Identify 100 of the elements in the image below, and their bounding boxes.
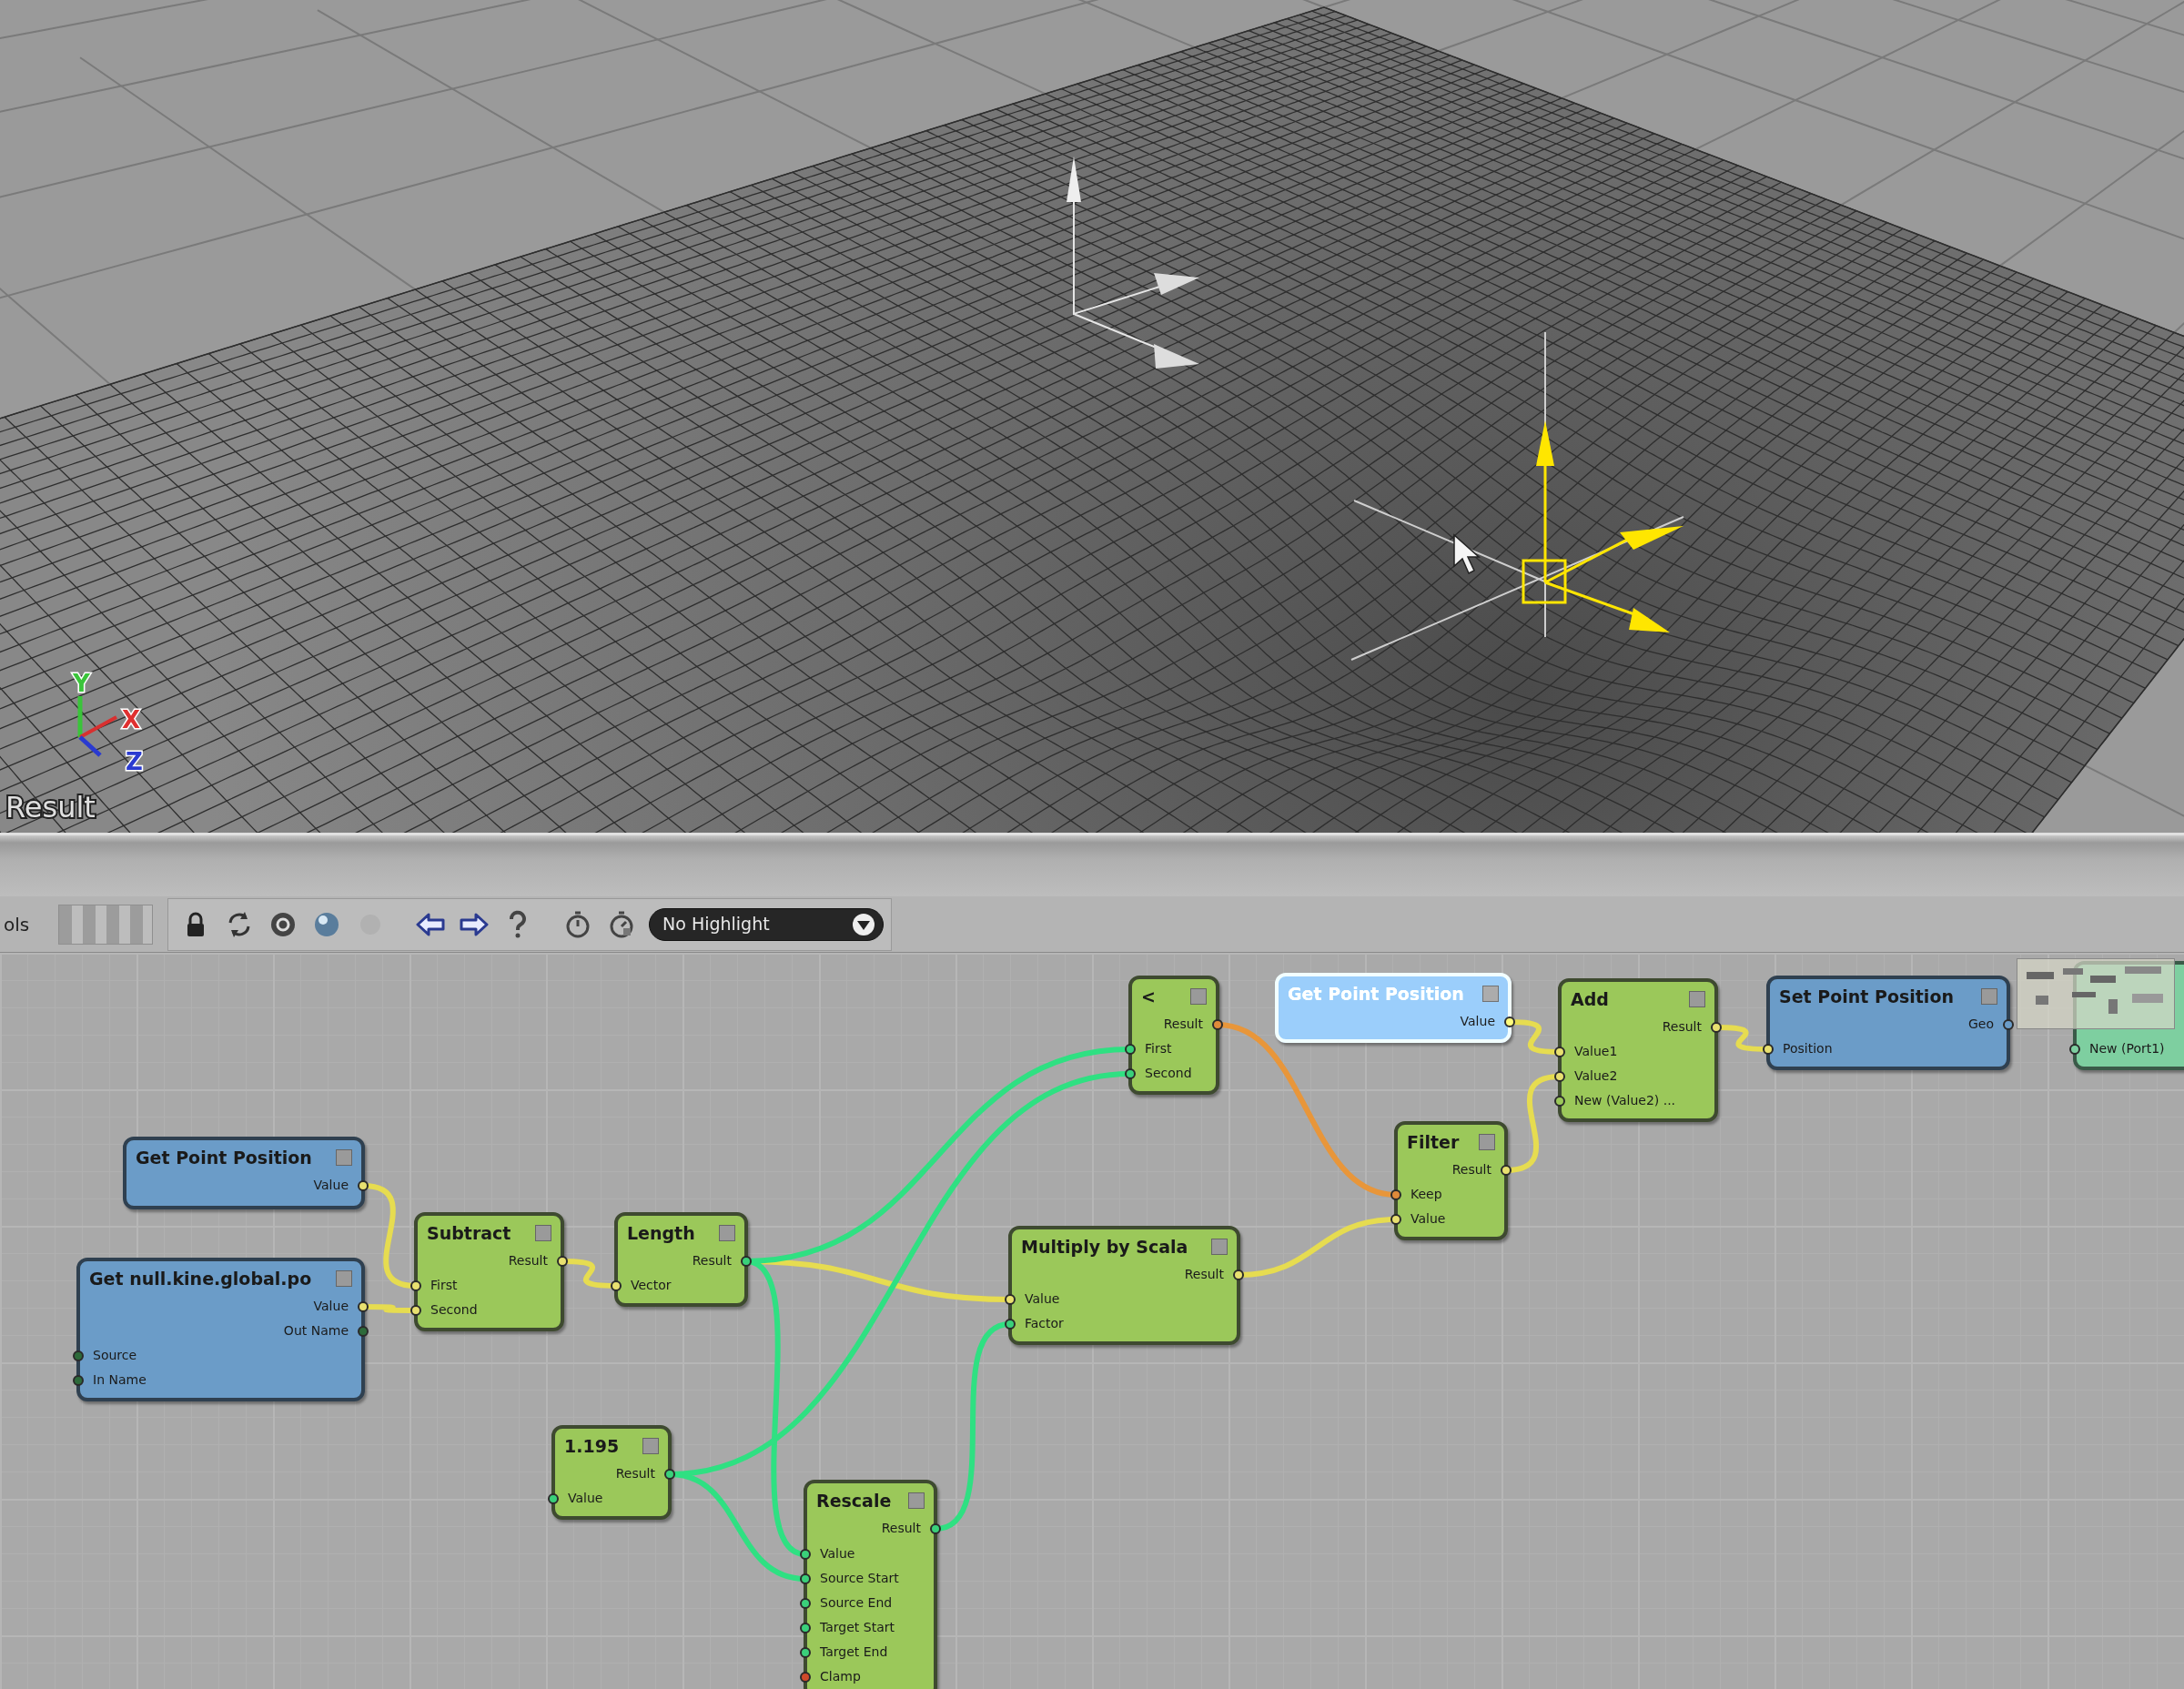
port-dot[interactable]: [1005, 1294, 1016, 1305]
port-label: Value: [1460, 1014, 1495, 1028]
port-label: First: [430, 1278, 458, 1292]
port-label: Result: [1163, 1016, 1203, 1031]
node-options-icon[interactable]: [535, 1225, 551, 1241]
highlight-dropdown[interactable]: No Highlight: [649, 907, 884, 941]
node-title: 1.195: [564, 1434, 620, 1458]
port-dot[interactable]: [557, 1256, 568, 1267]
port-label: Result: [508, 1253, 548, 1268]
port-label: Value: [568, 1491, 603, 1505]
port-dot[interactable]: [1763, 1044, 1774, 1055]
port-label: Keep: [1410, 1187, 1442, 1201]
port-dot[interactable]: [800, 1598, 811, 1609]
port-dot[interactable]: [358, 1301, 369, 1312]
port-dot[interactable]: [664, 1469, 675, 1480]
node-options-icon[interactable]: [1689, 991, 1705, 1007]
node-title: Multiply by Scala: [1021, 1235, 1188, 1259]
port-label: New (Port1): [2089, 1041, 2165, 1056]
port-dot[interactable]: [358, 1180, 369, 1191]
port-label: Value: [820, 1546, 855, 1561]
port-dot[interactable]: [2003, 1019, 2014, 1030]
axis-label: X: [122, 706, 141, 733]
node-options-icon[interactable]: [336, 1270, 352, 1287]
port-dot[interactable]: [800, 1672, 811, 1683]
port-dot[interactable]: [73, 1350, 84, 1361]
port-label: Value2: [1574, 1068, 1618, 1083]
port-dot[interactable]: [358, 1326, 369, 1337]
node-options-icon[interactable]: [1479, 1134, 1495, 1150]
port-dot[interactable]: [1390, 1189, 1401, 1200]
node-options-icon[interactable]: [1211, 1239, 1228, 1255]
port-label: Target End: [820, 1644, 888, 1659]
port-label: Second: [1145, 1066, 1192, 1080]
port-label: Result: [615, 1466, 655, 1481]
port-label: Factor: [1025, 1316, 1064, 1330]
port-label: First: [1145, 1041, 1172, 1056]
port-dot[interactable]: [1125, 1044, 1136, 1055]
node-title: Get Point Position: [136, 1146, 312, 1169]
port-label: Value1: [1574, 1044, 1618, 1058]
port-dot[interactable]: [2069, 1044, 2080, 1055]
port-dot[interactable]: [1504, 1016, 1515, 1027]
port-label: In Name: [93, 1372, 147, 1387]
port-dot[interactable]: [800, 1549, 811, 1560]
port-dot[interactable]: [1554, 1071, 1565, 1082]
port-dot[interactable]: [410, 1305, 421, 1316]
node-title: <: [1141, 985, 1156, 1008]
port-dot[interactable]: [800, 1573, 811, 1584]
port-dot[interactable]: [1554, 1047, 1565, 1057]
node-options-icon[interactable]: [1190, 988, 1207, 1005]
port-dot[interactable]: [1501, 1165, 1512, 1176]
port-dot[interactable]: [930, 1523, 941, 1534]
port-dot[interactable]: [1711, 1022, 1722, 1033]
port-dot[interactable]: [1005, 1319, 1016, 1330]
port-label: Result: [1184, 1267, 1224, 1281]
port-label: Result: [692, 1253, 732, 1268]
port-label: Position: [1783, 1041, 1833, 1056]
port-label: Result: [1662, 1019, 1702, 1034]
node-options-icon[interactable]: [1482, 986, 1499, 1002]
port-label: Source: [93, 1348, 137, 1362]
port-dot[interactable]: [1390, 1214, 1401, 1225]
port-dot[interactable]: [410, 1280, 421, 1291]
port-label: New (Value2) ...: [1574, 1093, 1676, 1107]
port-label: Target Start: [820, 1620, 895, 1634]
node-title: Get null.kine.global.po: [89, 1267, 312, 1290]
node-options-icon[interactable]: [642, 1438, 659, 1454]
node-options-icon[interactable]: [1981, 988, 1997, 1005]
node-title: Get Point Position: [1288, 982, 1464, 1006]
cursor-icon: [1453, 533, 1481, 575]
port-dot[interactable]: [1125, 1068, 1136, 1079]
port-dot[interactable]: [611, 1280, 622, 1291]
port-label: Source End: [820, 1595, 893, 1610]
port-label: Value: [1410, 1211, 1446, 1226]
port-label: Out Name: [283, 1323, 349, 1338]
port-label: Vector: [631, 1278, 672, 1292]
port-label: Result: [1451, 1162, 1491, 1177]
port-dot[interactable]: [1212, 1019, 1223, 1030]
node-title: Filter: [1407, 1130, 1460, 1154]
panel-grip[interactable]: [58, 904, 153, 945]
port-dot[interactable]: [800, 1647, 811, 1658]
port-dot[interactable]: [548, 1493, 559, 1504]
node-options-icon[interactable]: [336, 1149, 352, 1166]
node-title: Rescale: [816, 1489, 892, 1512]
node-options-icon[interactable]: [719, 1225, 735, 1241]
port-dot[interactable]: [1554, 1096, 1565, 1107]
node-title: Subtract: [427, 1221, 511, 1245]
axis-label: Z: [126, 748, 143, 775]
port-label: Result: [881, 1521, 921, 1535]
port-dot[interactable]: [800, 1623, 811, 1633]
port-label: Value: [1025, 1291, 1060, 1306]
toolbar-label: ols: [4, 912, 31, 937]
node-options-icon[interactable]: [908, 1492, 925, 1509]
node-title: Add: [1571, 987, 1609, 1011]
port-dot[interactable]: [73, 1375, 84, 1386]
port-label: Value: [313, 1178, 349, 1192]
port-label: Clamp: [820, 1669, 861, 1684]
port-dot[interactable]: [1233, 1269, 1244, 1280]
axis-gizmo-drawing: [77, 696, 117, 757]
axis-label: Y: [73, 670, 90, 697]
port-label: Second: [430, 1302, 478, 1317]
port-dot[interactable]: [741, 1256, 752, 1267]
node-title: Length: [627, 1221, 695, 1245]
